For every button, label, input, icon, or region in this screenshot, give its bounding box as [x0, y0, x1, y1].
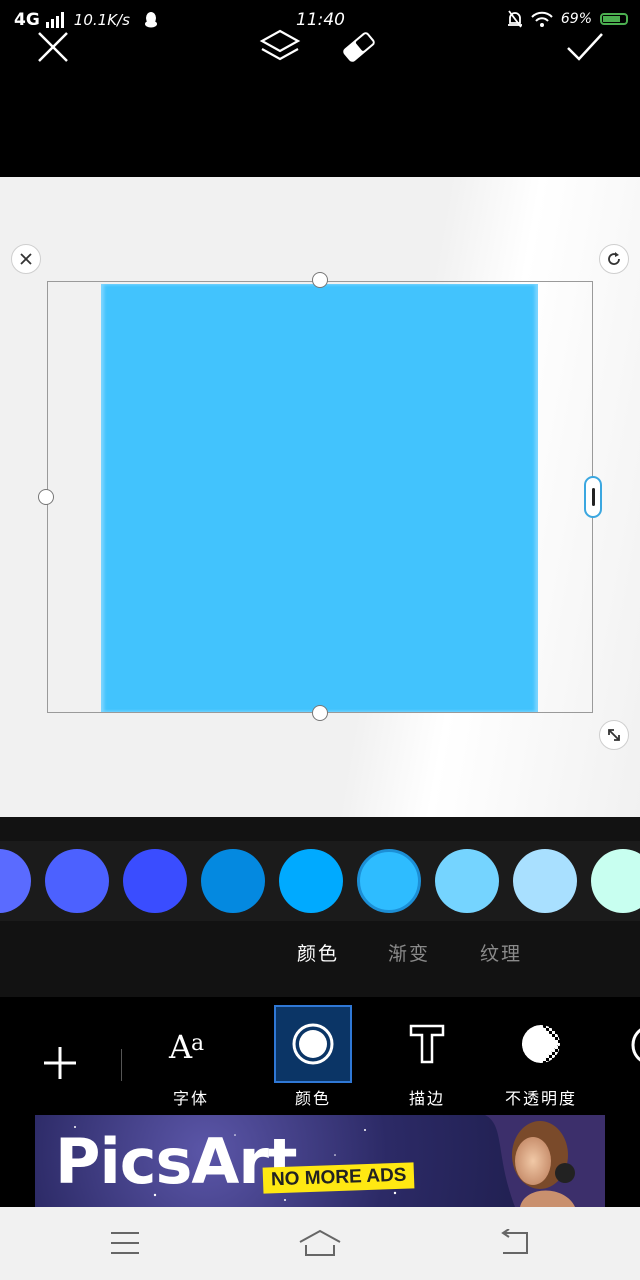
add-icon[interactable]: [40, 1043, 80, 1083]
svg-text:A: A: [168, 1028, 193, 1064]
color-swatch[interactable]: [201, 849, 265, 913]
confirm-button[interactable]: [562, 24, 608, 70]
layers-button[interactable]: [257, 24, 303, 70]
svg-text:a: a: [191, 1031, 204, 1056]
home-button[interactable]: [298, 1225, 342, 1261]
color-swatch[interactable]: [357, 849, 421, 913]
color-mode-tabs: 颜色 渐变 纹理: [0, 939, 640, 969]
color-swatch[interactable]: [435, 849, 499, 913]
right-handle[interactable]: [584, 476, 602, 518]
tab-texture[interactable]: 纹理: [480, 939, 522, 966]
tool-more[interactable]: [614, 1005, 640, 1107]
close-button[interactable]: [30, 24, 76, 70]
delete-shape-button[interactable]: [11, 244, 41, 274]
rotate-shape-button[interactable]: [599, 244, 629, 274]
tool-opacity-label: 不透明度: [504, 1089, 577, 1108]
resize-icon: [608, 729, 620, 741]
more-tool-icon: [631, 1028, 640, 1062]
resize-shape-button[interactable]: [599, 720, 629, 750]
color-swatch[interactable]: [45, 849, 109, 913]
tool-color-label: 颜色: [294, 1089, 331, 1108]
bottom-handle[interactable]: [312, 705, 328, 721]
rotate-icon: [608, 252, 620, 265]
font-icon: A a: [168, 1028, 204, 1064]
tool-stroke-icon-box: [388, 1005, 466, 1083]
shape-tools: A a 字体 颜色 描边 不透明度: [0, 997, 640, 1115]
eraser-icon: [343, 32, 375, 62]
opacity-icon: [522, 1025, 560, 1063]
tool-stroke[interactable]: 描边: [388, 1005, 466, 1108]
divider: [121, 1049, 122, 1081]
tab-gradient[interactable]: 渐变: [388, 939, 430, 966]
color-swatches[interactable]: [0, 841, 640, 921]
home-icon: [299, 1229, 341, 1256]
close-icon: [38, 32, 68, 62]
eraser-button[interactable]: [336, 24, 382, 70]
system-nav-bar: [0, 1207, 640, 1280]
tool-color-icon-box: [274, 1005, 352, 1083]
editing-canvas[interactable]: [0, 177, 640, 817]
tool-font-label: 字体: [172, 1089, 209, 1108]
back-button[interactable]: [497, 1225, 533, 1261]
color-swatch[interactable]: [279, 849, 343, 913]
ad-logo: PicsArt: [55, 1125, 298, 1198]
tool-font-icon-box: A a: [152, 1005, 230, 1083]
back-icon: [501, 1229, 528, 1254]
menu-button[interactable]: [105, 1225, 145, 1261]
ad-tag: NO MORE ADS: [262, 1162, 415, 1194]
color-swatch[interactable]: [591, 849, 640, 913]
tool-opacity[interactable]: 不透明度: [502, 1005, 580, 1108]
top-handle[interactable]: [312, 272, 328, 288]
selection-frame[interactable]: [47, 281, 593, 713]
editor-toolbar: [0, 18, 640, 78]
color-panel: 颜色 渐变 纹理: [0, 817, 640, 997]
color-icon: [292, 1023, 334, 1065]
layers-icon: [259, 29, 301, 61]
close-icon: [20, 253, 32, 265]
menu-icon: [111, 1232, 139, 1254]
color-swatch[interactable]: [513, 849, 577, 913]
left-handle[interactable]: [38, 489, 54, 505]
ad-banner[interactable]: PicsArt NO MORE ADS: [35, 1115, 605, 1207]
tool-opacity-icon-box: [502, 1005, 580, 1083]
stroke-icon: [409, 1024, 445, 1064]
color-swatch[interactable]: [0, 849, 31, 913]
color-swatch[interactable]: [123, 849, 187, 913]
tool-stroke-label: 描边: [408, 1089, 445, 1108]
check-icon: [567, 33, 603, 61]
tab-color[interactable]: 颜色: [297, 939, 339, 966]
tool-font[interactable]: A a 字体: [152, 1005, 230, 1108]
ad-model-image: [485, 1115, 605, 1207]
shape-rectangle[interactable]: [101, 284, 538, 712]
tool-color[interactable]: 颜色: [274, 1005, 352, 1108]
